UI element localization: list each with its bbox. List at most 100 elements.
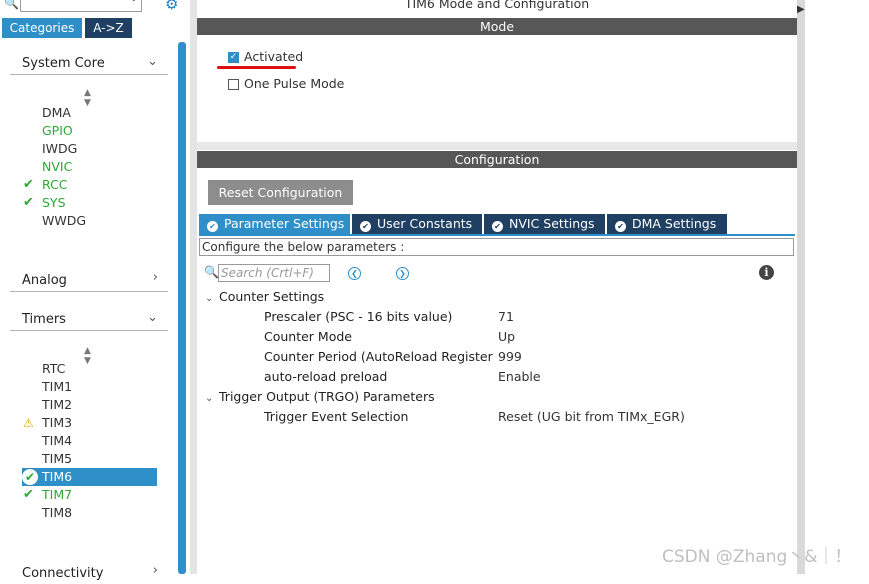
category-system-core[interactable]: System Core ⌄ [10,52,168,75]
red-underline-annotation [217,66,296,69]
param-value[interactable]: Up [498,329,515,344]
list-item-tim2[interactable]: TIM2 [42,396,72,414]
reset-configuration-button[interactable]: Reset Configuration [208,180,353,205]
right-splitter[interactable] [797,0,805,574]
category-analog[interactable]: Analog › [10,269,168,292]
group-counter-settings[interactable]: ⌄ Counter Settings [205,289,324,304]
chevron-down-icon: ⌄ [147,310,158,325]
info-icon[interactable]: i [759,265,774,280]
param-value[interactable]: Enable [498,369,541,384]
list-item-nvic[interactable]: NVIC [42,158,72,176]
watermark: CSDN @Zhang丶&｜！ [662,547,852,567]
one-pulse-checkbox[interactable] [228,79,239,90]
one-pulse-label: One Pulse Mode [244,76,345,91]
check-circle-icon: ✔ [615,221,626,232]
item-label: RCC [42,177,68,192]
list-item-tim8[interactable]: TIM8 [42,504,72,522]
list-item-tim7[interactable]: ✔ TIM7 [23,486,72,504]
page-title: TIM6 Mode and Configuration [404,0,590,11]
item-label: TIM5 [42,451,73,466]
item-label: TIM1 [42,379,73,394]
gear-icon[interactable]: ⚙ [165,0,178,13]
item-label: TIM6 [42,469,73,484]
list-item-sys[interactable]: ✔ SYS [23,194,66,212]
tab-label: Parameter Settings [224,216,345,231]
list-item-tim4[interactable]: TIM4 [42,432,72,450]
check-circle-icon: ✔ [22,469,38,485]
check-icon: ✔ [23,487,34,502]
list-item-iwdg[interactable]: IWDG [42,140,77,158]
scroll-up-icon[interactable]: ▲ ▼ [84,88,91,108]
tab-parameter-settings[interactable]: ✔ Parameter Settings [199,214,350,234]
list-item-tim3[interactable]: ⚠ TIM3 [23,414,73,432]
item-label: NVIC [42,159,73,174]
item-label: TIM4 [42,433,73,448]
item-label: TIM2 [42,397,73,412]
category-timers[interactable]: Timers ⌄ [10,308,168,331]
item-label: WWDG [42,213,87,228]
category-search-input[interactable]: ⌄ [20,0,142,12]
category-label: System Core [22,56,105,71]
param-name: Counter Period (AutoReload Register ... [264,349,496,364]
collapse-arrow-icon[interactable]: ▶ [797,4,805,15]
check-circle-icon: ✔ [492,221,503,232]
next-match-icon[interactable]: ❯ [396,267,409,280]
tab-underline [199,234,795,236]
activated-label: Activated [244,49,304,64]
list-item-tim6[interactable]: TIM6 [42,468,72,486]
list-item-dma[interactable]: DMA [42,104,71,122]
check-icon: ✔ [23,177,34,192]
tab-label: DMA Settings [632,216,717,231]
chevron-down-icon: ⌄ [205,293,214,304]
scroll-up-icon[interactable]: ▲ ▼ [84,346,91,366]
category-label: Timers [22,312,66,327]
check-circle-icon: ✔ [360,221,371,232]
activated-checkbox[interactable]: ✓ [228,52,239,63]
param-name: Trigger Event Selection [264,409,409,424]
previous-match-icon[interactable]: ❮ [348,267,361,280]
group-label: Counter Settings [219,289,325,304]
category-label: Analog [22,273,67,288]
search-icon[interactable]: 🔍 [4,0,19,10]
parameter-search-input[interactable]: Search (Crtl+F) [218,264,330,282]
left-scrollbar[interactable] [178,42,186,574]
item-label: GPIO [42,123,73,138]
item-label: IWDG [42,141,78,156]
item-label: RTC [42,361,66,376]
tab-categories[interactable]: Categories [2,18,82,38]
param-name: Counter Mode [264,329,352,344]
list-item-wwdg[interactable]: WWDG [42,212,86,230]
item-label: TIM3 [42,415,73,430]
item-label: DMA [42,105,71,120]
list-item-tim5[interactable]: TIM5 [42,450,72,468]
tab-nvic-settings[interactable]: ✔ NVIC Settings [484,214,605,234]
param-value[interactable]: Reset (UG bit from TIMx_EGR) [498,409,685,424]
section-gap [197,142,797,150]
configuration-section-header: Configuration [197,151,797,168]
chevron-right-icon: › [152,270,158,285]
item-label: TIM8 [42,505,73,520]
tab-a-to-z[interactable]: A->Z [85,18,132,38]
search-icon[interactable]: 🔍 [204,265,219,279]
group-trigger-output[interactable]: ⌄ Trigger Output (TRGO) Parameters [205,389,435,404]
check-icon: ✔ [23,195,34,210]
list-item-rcc[interactable]: ✔ RCC [23,176,68,194]
group-label: Trigger Output (TRGO) Parameters [219,389,435,404]
chevron-down-icon[interactable]: ⌄ [130,0,138,4]
tab-user-constants[interactable]: ✔ User Constants [352,214,482,234]
category-connectivity[interactable]: Connectivity › [10,562,168,584]
param-value[interactable]: 999 [498,349,522,364]
chevron-down-icon: ⌄ [147,54,158,69]
configure-hint: Configure the below parameters : [199,238,794,256]
chevron-down-icon: ⌄ [205,393,214,404]
item-label: SYS [42,195,66,210]
list-item-rtc[interactable]: RTC [42,360,65,378]
list-item-tim1[interactable]: TIM1 [42,378,72,396]
panel-splitter[interactable] [190,0,197,574]
param-name: auto-reload preload [264,369,388,384]
list-item-gpio[interactable]: GPIO [42,122,73,140]
param-value[interactable]: 71 [498,309,514,324]
tab-dma-settings[interactable]: ✔ DMA Settings [607,214,727,234]
mode-section-header: Mode [197,18,797,35]
chevron-right-icon: › [152,563,158,578]
